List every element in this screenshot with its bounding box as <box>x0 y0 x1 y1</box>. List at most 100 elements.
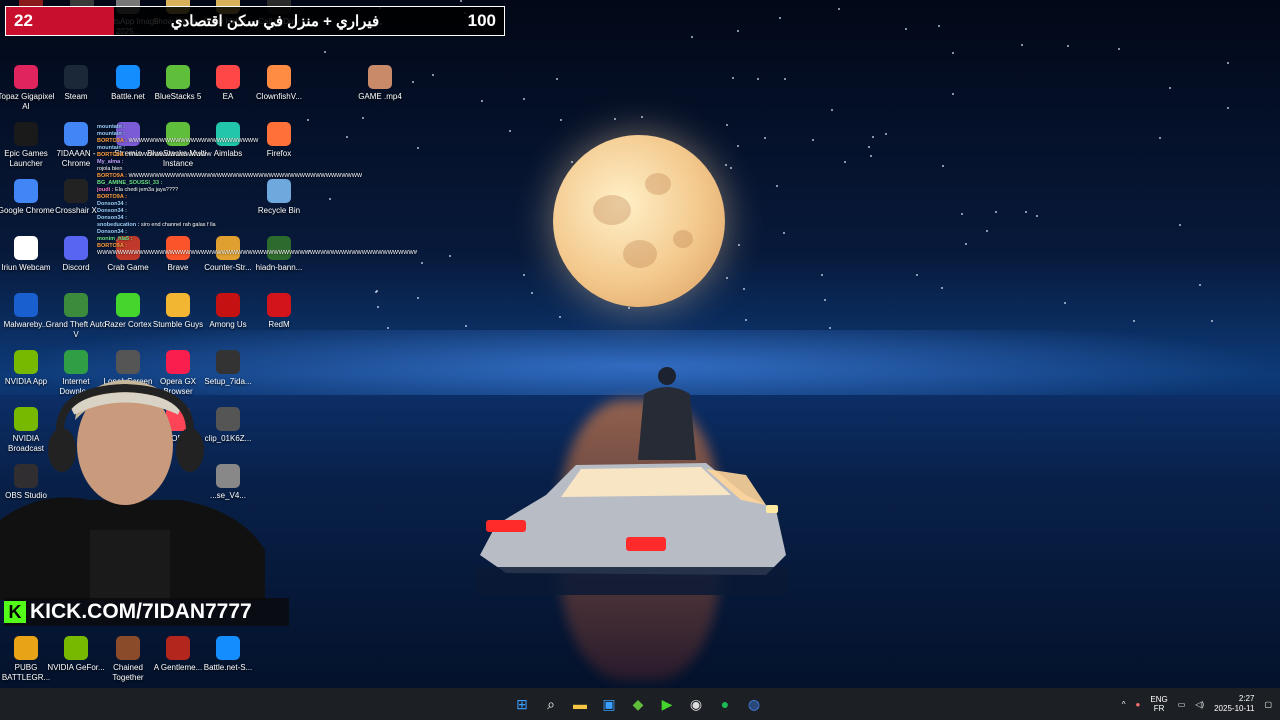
chat-username: monim_hla5 : <box>97 236 133 242</box>
crosshair-icon <box>64 179 88 203</box>
chat-message: rojola bien <box>97 166 417 173</box>
star <box>465 325 468 328</box>
spotify-icon[interactable]: ● <box>713 692 737 716</box>
chat-text: rojola bien <box>97 166 123 172</box>
star <box>871 135 874 138</box>
chat-message: joudi : Ela chedi jem3a jaya???? <box>97 187 417 194</box>
battlenet-icon <box>116 65 140 89</box>
taskbar: ⊞ ⌕ ▬ ▣ ◆ ▶ ◉ ● ◍ ^ ● ENG FR ▭ ◁) 2:27 2025-10-1… <box>0 688 1280 720</box>
star <box>744 319 747 322</box>
star <box>531 291 534 294</box>
star <box>559 118 562 121</box>
star <box>942 164 945 167</box>
obs-icon[interactable]: ◉ <box>684 692 708 716</box>
malwarebytes-icon <box>14 293 38 317</box>
desktop-icon[interactable]: ClownfishV... <box>248 65 310 102</box>
star <box>837 7 840 10</box>
chat-username: Donson34 : <box>97 229 127 235</box>
stumble-icon <box>166 293 190 317</box>
chrome-icon[interactable]: ◍ <box>742 692 766 716</box>
iriun-icon <box>14 236 38 260</box>
star <box>386 326 389 329</box>
clock-time: 2:27 <box>1238 694 1255 703</box>
desktop-icon[interactable]: GAME .mp4 <box>349 65 411 102</box>
streamer-webcam <box>0 380 265 600</box>
chrome-icon <box>14 179 38 203</box>
kick-banner: K KICK.COM/7IDAN7777 <box>4 598 289 626</box>
star <box>558 315 561 318</box>
chat-username: joudi : <box>97 187 116 193</box>
file-explorer-icon[interactable]: ▬ <box>568 692 592 716</box>
microsoft-store-icon[interactable]: ▣ <box>597 692 621 716</box>
star <box>1169 87 1172 90</box>
chat-username: BG_AMINE_SOUSSI_33 : <box>97 180 163 186</box>
volume-icon[interactable]: ◁) <box>1195 700 1204 709</box>
star <box>523 97 526 100</box>
lang-bottom: FR <box>1153 704 1165 713</box>
chat-message: BORTO9A : WWWWWWWWWWWWWWWW <box>97 152 417 159</box>
star <box>843 160 846 163</box>
star <box>1063 301 1066 304</box>
razer-icon <box>116 293 140 317</box>
desktop-icon[interactable]: Battle.net-S... <box>197 636 259 673</box>
desktop-icon-label: hiadn-bann... <box>255 263 303 272</box>
star <box>416 296 419 299</box>
star <box>965 243 968 246</box>
star <box>729 167 732 170</box>
discord-icon <box>64 236 88 260</box>
star <box>726 124 729 127</box>
chat-username: Donson34 : <box>97 208 127 214</box>
tray-overflow-chevron-icon[interactable]: ^ <box>1122 700 1126 709</box>
star <box>480 100 483 103</box>
lang-top: ENG <box>1150 695 1168 704</box>
network-icon[interactable]: ▭ <box>1178 700 1186 709</box>
chat-message: mountain : <box>97 145 417 152</box>
chat-text: WWWWWWWWWWWWWWWW <box>128 152 212 158</box>
star <box>820 274 823 277</box>
windows-start-icon[interactable]: ⊞ <box>510 692 534 716</box>
amongus-icon <box>216 293 240 317</box>
star <box>884 132 887 135</box>
star <box>691 35 694 38</box>
chat-message: Donson34 : <box>97 201 417 208</box>
chat-message: WWWWWWWWWWWWWWWWWWWWWWWWWWWWWWWWWWWWWWWW… <box>97 250 417 257</box>
nvidia-icon <box>64 636 88 660</box>
epic-icon <box>14 122 38 146</box>
chat-message: BORTO9A : WWWWWWWWWWWWWWWWWWWWWWWWW <box>97 138 417 145</box>
star <box>1020 43 1023 46</box>
game-launcher-icon[interactable]: ▶ <box>655 692 679 716</box>
star <box>812 139 815 142</box>
star <box>522 274 525 277</box>
pubg-icon <box>14 636 38 660</box>
desktop-icon[interactable]: RedM <box>248 293 310 330</box>
notification-icon[interactable]: ▢ <box>1264 700 1272 709</box>
star <box>1226 107 1229 110</box>
star <box>1132 319 1135 322</box>
bluestacks-icon <box>166 65 190 89</box>
star <box>323 50 326 53</box>
star <box>1199 283 1202 286</box>
chat-message: mountain : <box>97 131 417 138</box>
chat-message: BORTO9A : WWWWWWWWWWWWWWWWWWWWWWWWWWWWWW… <box>97 173 417 180</box>
microphone-icon[interactable]: ● <box>1136 700 1141 709</box>
star <box>374 290 377 293</box>
language-indicator[interactable]: ENG FR <box>1150 695 1167 713</box>
goal-left-count: 22 <box>6 7 114 35</box>
chat-message: monim_hla5 : <box>97 236 417 243</box>
chat-username: mountain : <box>97 131 126 137</box>
star <box>775 185 778 188</box>
search-icon[interactable]: ⌕ <box>539 692 563 716</box>
chat-text: WWWWWWWWWWWWWWWWWWWWWWWWWWWWWWWWWWWWWWWW… <box>97 250 417 256</box>
star <box>627 306 630 309</box>
star <box>869 154 872 157</box>
clock[interactable]: 2:27 2025-10-11 <box>1214 694 1254 714</box>
desktop-icon-label: ClownfishV... <box>256 92 302 101</box>
goal-right-count: 100 <box>467 11 496 30</box>
webcam-overlay <box>0 370 265 600</box>
star <box>937 25 940 28</box>
star <box>448 255 451 258</box>
stream-goal-bar: 22 فيراري + منزل في سكن اقتصادي 100 <box>5 6 505 36</box>
video-file-icon <box>368 65 392 89</box>
desktop-icon-label: GAME .mp4 <box>358 92 402 101</box>
bluestacks-icon[interactable]: ◆ <box>626 692 650 716</box>
